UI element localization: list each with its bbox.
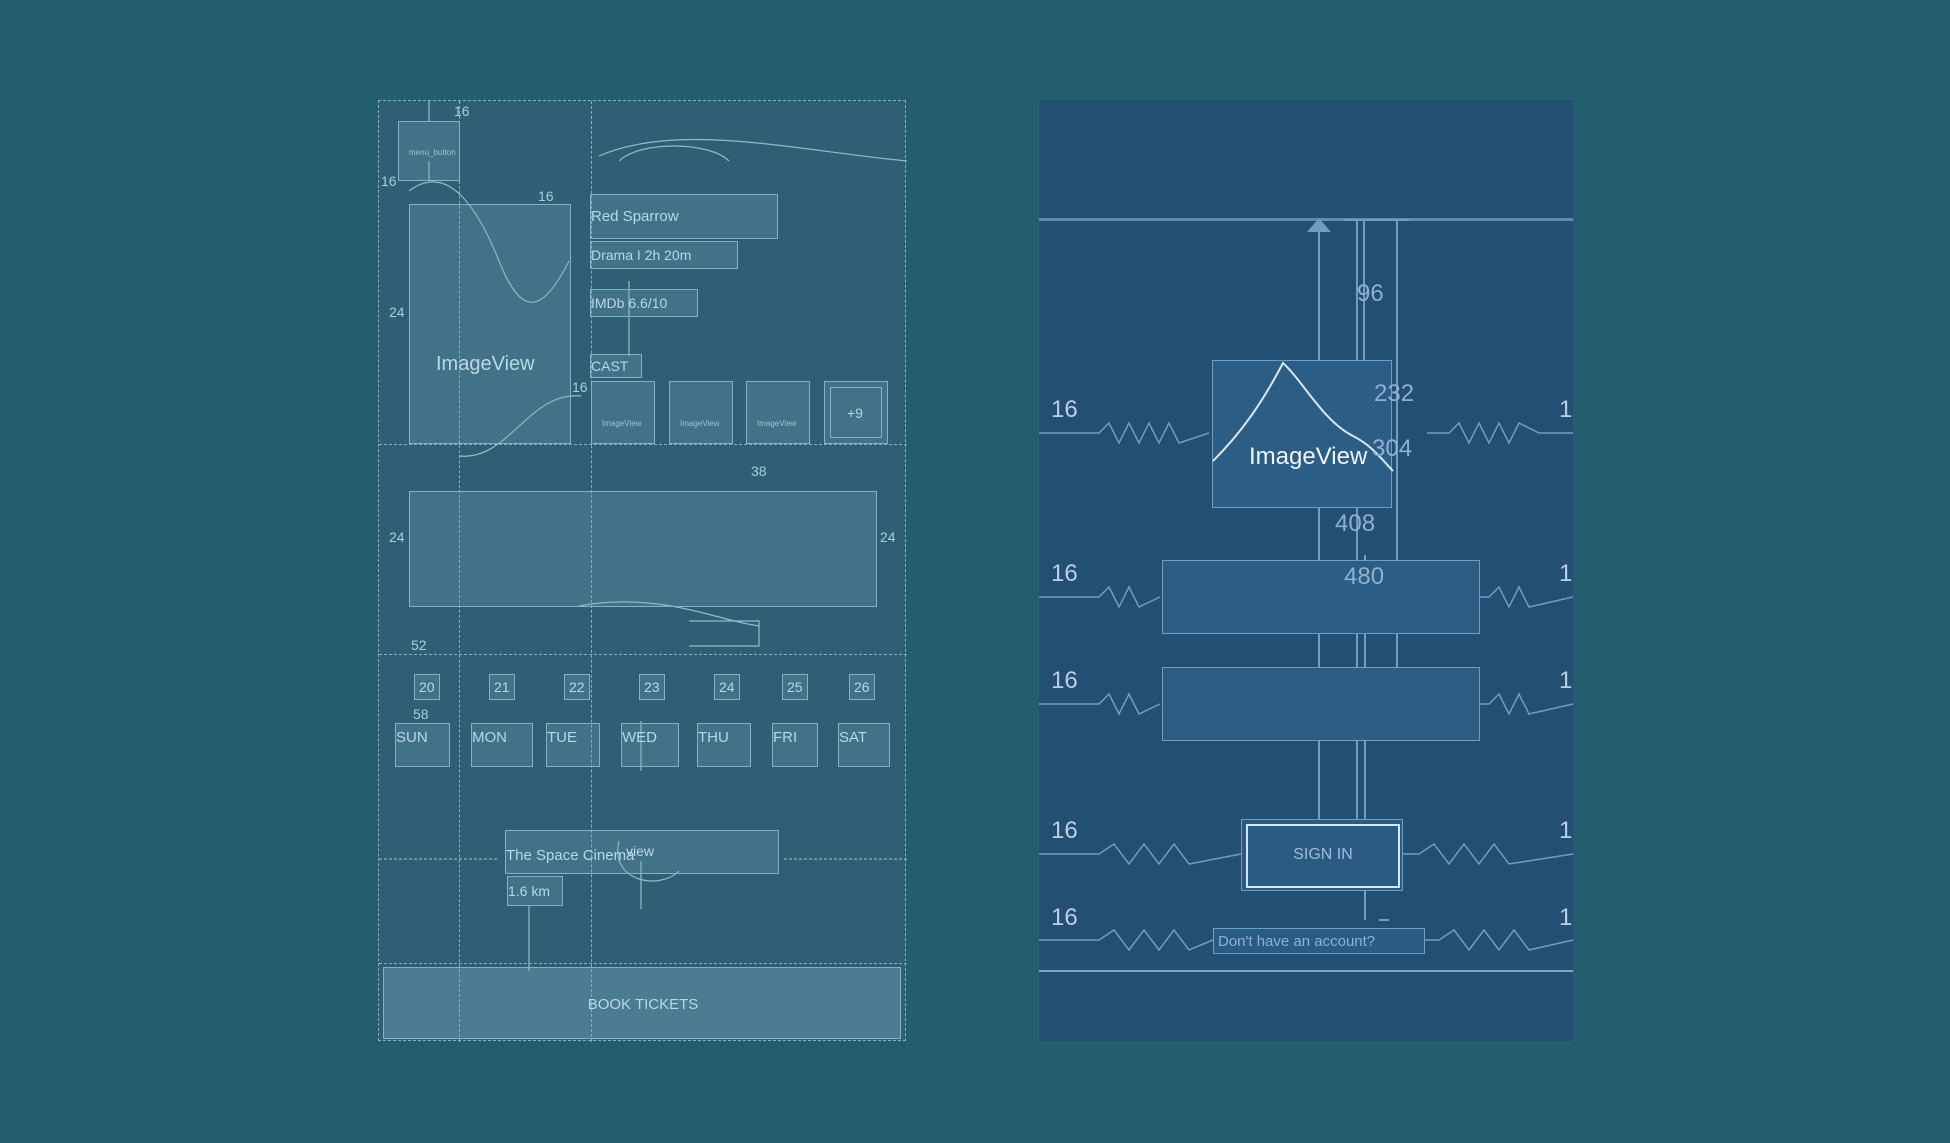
dimension-label: 58 <box>413 706 429 722</box>
imageview-placeholder-curve <box>1212 361 1394 472</box>
cast-imageview[interactable]: ImageView <box>669 381 733 444</box>
right-blueprint-panel: ImageView SIGN IN Don't have an account?… <box>1039 100 1574 1041</box>
cast-more-button[interactable]: +9 <box>824 381 888 444</box>
dimension-label: 24 <box>389 529 405 545</box>
dimension-label: 16 <box>454 103 470 119</box>
margin-label: 1 <box>1559 667 1573 694</box>
movie-rating: IMDb 6.6/10 <box>590 289 698 317</box>
margin-label: 16 <box>1051 904 1078 931</box>
dimension-label: 24 <box>389 304 405 320</box>
day-item[interactable]: WED <box>621 723 679 767</box>
date-item[interactable]: 24 <box>714 674 740 700</box>
cast-imageview[interactable]: ImageView <box>591 381 655 444</box>
cinema-name[interactable]: The Space Cinema view <box>505 830 779 874</box>
cast-label: CAST <box>590 354 642 378</box>
date-item[interactable]: 21 <box>489 674 515 700</box>
margin-label: 1 <box>1559 904 1573 931</box>
dimension-label: 38 <box>751 463 767 479</box>
day-item[interactable]: FRI <box>772 723 818 767</box>
margin-label: 16 <box>1051 817 1078 844</box>
cast-imageview[interactable]: ImageView <box>746 381 810 444</box>
movie-genre: Drama I 2h 20m <box>590 241 738 269</box>
dimension-label: 16 <box>572 379 588 395</box>
date-item[interactable]: 20 <box>414 674 440 700</box>
username-field[interactable] <box>1162 560 1480 634</box>
dimension-label: 304 <box>1372 435 1413 462</box>
poster-imageview: ImageView <box>409 204 571 444</box>
sign-in-button[interactable]: SIGN IN <box>1241 819 1403 891</box>
dimension-label: 232 <box>1374 380 1415 407</box>
menu-button[interactable]: menu_button <box>398 121 460 181</box>
logo-imageview: ImageView <box>1212 360 1394 508</box>
day-item[interactable]: SUN <box>395 723 450 767</box>
margin-label: 1 <box>1559 396 1573 423</box>
password-field[interactable] <box>1162 667 1480 741</box>
date-item[interactable]: 26 <box>849 674 875 700</box>
margin-label: 16 <box>1051 396 1078 423</box>
dimension-label: 408 <box>1335 510 1376 537</box>
day-item[interactable]: SAT <box>838 723 890 767</box>
dimension-label: 24 <box>880 529 896 545</box>
date-item[interactable]: 23 <box>639 674 665 700</box>
dimension-label: 96 <box>1357 280 1384 307</box>
dimension-label: 480 <box>1344 563 1385 590</box>
day-item[interactable]: THU <box>697 723 751 767</box>
no-account-link[interactable]: Don't have an account? <box>1213 928 1425 954</box>
synopsis-block <box>409 491 877 607</box>
margin-label: 1 <box>1559 817 1573 844</box>
margin-label: 1 <box>1559 560 1573 587</box>
cinema-distance: 1.6 km <box>507 876 563 906</box>
dimension-label: 16 <box>538 188 554 204</box>
left-blueprint-panel: menu_button 16 16 ImageView 24 16 Red Sp… <box>378 100 908 1042</box>
date-item[interactable]: 25 <box>782 674 808 700</box>
dimension-label: 16 <box>381 173 397 189</box>
date-item[interactable]: 22 <box>564 674 590 700</box>
movie-title: Red Sparrow <box>590 194 778 239</box>
book-tickets-button[interactable]: BOOK TICKETS <box>383 967 901 1039</box>
dimension-label: 52 <box>411 637 427 653</box>
margin-label: 16 <box>1051 560 1078 587</box>
day-item[interactable]: TUE <box>546 723 600 767</box>
margin-label: 16 <box>1051 667 1078 694</box>
day-item[interactable]: MON <box>471 723 533 767</box>
